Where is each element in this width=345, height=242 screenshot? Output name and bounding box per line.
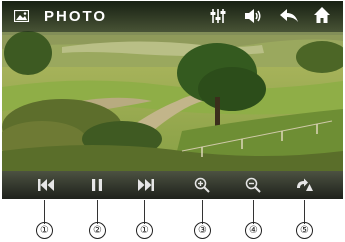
zoom-in-icon[interactable] [194,177,210,193]
next-track-icon[interactable] [138,178,154,192]
pause-icon[interactable] [91,178,103,192]
callout-line [253,200,254,224]
callout-line [144,200,145,224]
image-icon [14,10,29,22]
equalizer-icon[interactable] [209,7,227,25]
callout-line [202,200,203,224]
top-bar: PHOTO [2,1,343,32]
back-arrow-icon[interactable] [279,8,299,24]
rotate-icon[interactable] [296,178,314,192]
volume-icon[interactable] [244,8,262,24]
callout-label-next: ① [136,222,153,239]
callout-label-zoom-in: ③ [194,222,211,239]
callout-label-zoom-out: ④ [245,222,262,239]
callout-line [97,200,98,224]
callout-label-rotate: ⑤ [296,222,313,239]
control-bar [2,171,343,199]
zoom-out-icon[interactable] [245,177,261,193]
previous-track-icon[interactable] [38,178,54,192]
callout-line [44,200,45,224]
page-title: PHOTO [44,8,108,25]
home-icon[interactable] [313,6,331,24]
photo-viewer-screen: PHOTO [2,1,343,199]
callout-label-pause: ② [89,222,106,239]
callout-label-previous: ① [36,222,53,239]
callout-line [304,200,305,224]
